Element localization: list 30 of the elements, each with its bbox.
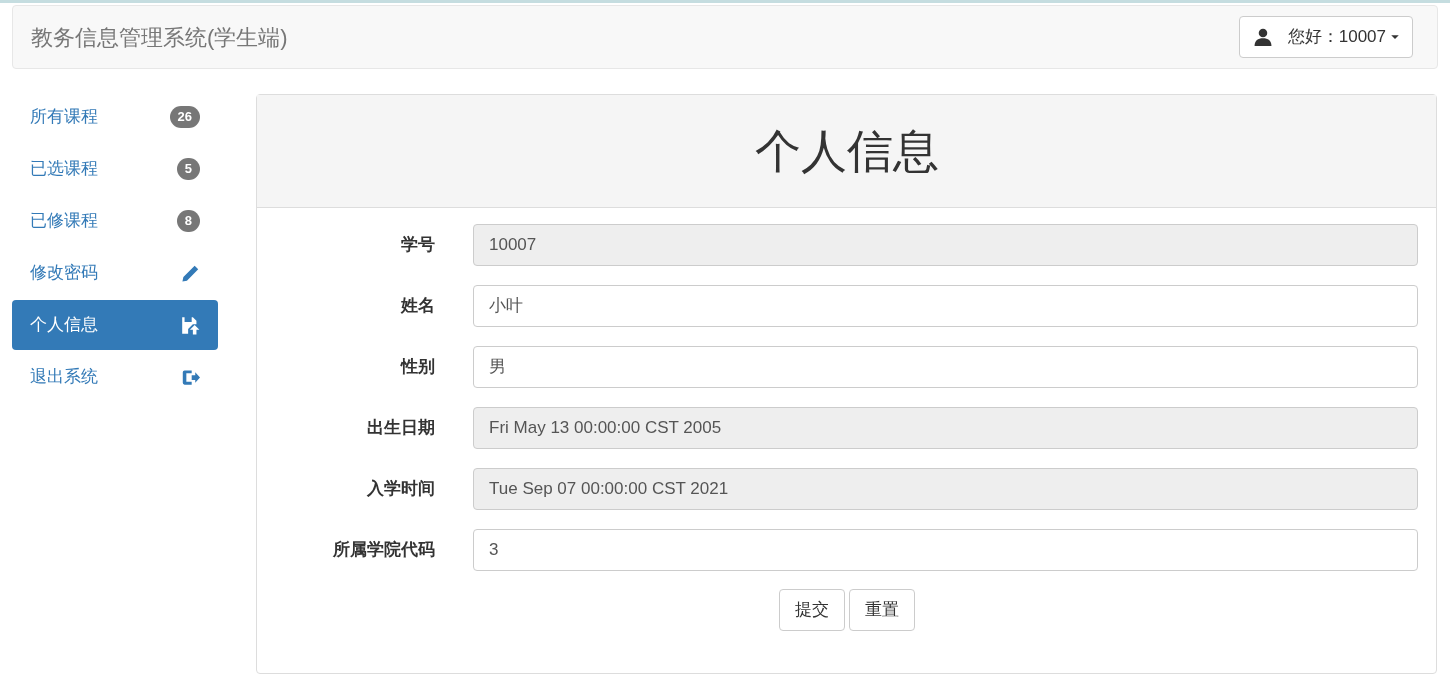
field-label: 出生日期: [366, 416, 435, 439]
count-badge: 8: [176, 210, 200, 232]
field-label: 姓名: [399, 294, 435, 317]
count-badge: 26: [169, 106, 200, 128]
form-button[interactable]: 重置: [848, 589, 915, 631]
sidebar-item[interactable]: 已修课程 8: [12, 196, 218, 246]
sidebar-item[interactable]: 个人信息: [12, 300, 218, 350]
sidebar-item[interactable]: 修改密码: [12, 248, 218, 298]
input-field[interactable]: Tue Sep 07 00:00:00 CST 2021: [473, 467, 1418, 510]
field-label: 学号: [400, 233, 435, 256]
panel-title: 个人信息: [754, 123, 939, 179]
input-field[interactable]: Fri May 13 00:00:00 CST 2005: [473, 406, 1418, 449]
brand-title[interactable]: 教务信息管理系统(学生端): [31, 20, 288, 54]
sidebar-item[interactable]: 退出系统: [12, 352, 218, 402]
user-icon: [1253, 28, 1272, 46]
input-field[interactable]: 10007: [473, 223, 1418, 266]
field-label: 所属学院代码: [332, 538, 435, 561]
form-button[interactable]: 提交: [778, 589, 845, 631]
field-label: 性别: [399, 355, 435, 378]
sidebar-item[interactable]: 所有课程 26: [12, 92, 218, 142]
floppy-upload-icon: [181, 315, 200, 335]
input-field[interactable]: 小叶: [473, 284, 1418, 327]
field-label: 入学时间: [366, 477, 435, 500]
logout-icon: [181, 367, 200, 387]
input-field[interactable]: 男: [473, 345, 1418, 388]
sidebar-item[interactable]: 已选课程 5: [12, 144, 218, 194]
pencil-icon: [181, 263, 200, 283]
count-badge: 5: [176, 158, 200, 180]
input-field[interactable]: 3: [473, 528, 1418, 571]
user-menu-button[interactable]: 您好：10007: [1238, 16, 1413, 58]
